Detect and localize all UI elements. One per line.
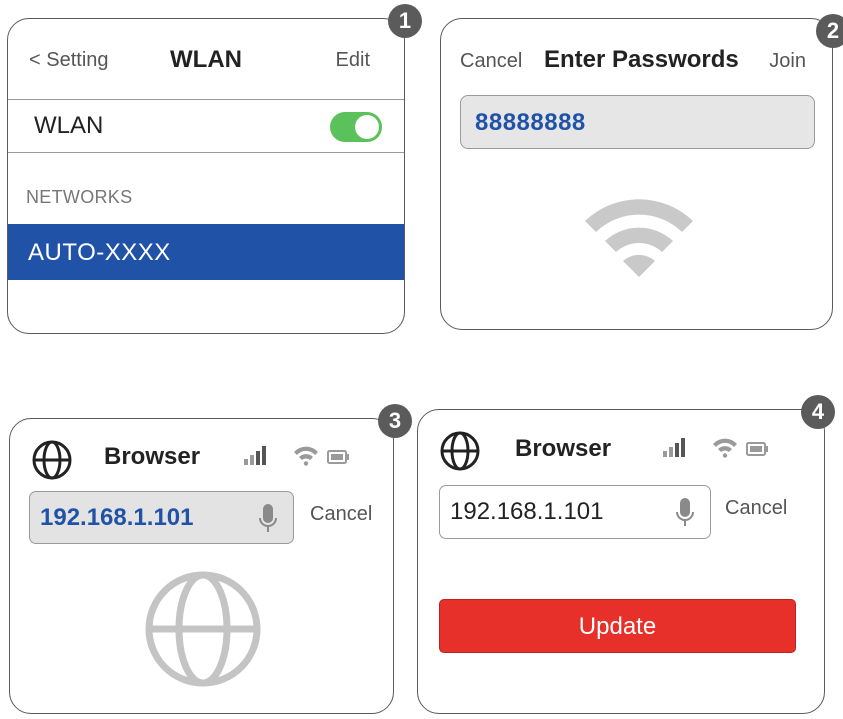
step-badge-3: 3 [378, 404, 412, 438]
signal-icon [244, 446, 266, 465]
address-value: 192.168.1.101 [40, 504, 194, 531]
browser-panel-address: Browser 192.168.1.101 Cancel [9, 418, 394, 714]
join-button[interactable]: Join [769, 50, 806, 73]
wifi-small-icon [294, 446, 318, 466]
address-value: 192.168.1.101 [450, 498, 604, 525]
browser-title: Browser [515, 435, 612, 462]
step-badge-2: 2 [816, 14, 843, 48]
status-bar-icons [244, 446, 349, 466]
wlan-toggle-switch[interactable] [330, 112, 382, 142]
wlan-row-label: WLAN [34, 112, 104, 139]
globe-large-icon [145, 571, 261, 687]
update-button-label: Update [578, 613, 657, 640]
status-bar-icons [663, 438, 768, 458]
battery-icon [746, 442, 768, 456]
enter-password-title: Enter Passwords [544, 46, 739, 73]
wifi-icon [585, 199, 693, 277]
password-value: 88888888 [475, 109, 586, 136]
networks-section-label: NETWORKS [26, 187, 133, 207]
address-input[interactable]: 192.168.1.101 [439, 485, 711, 539]
wlan-toggle-row: WLAN [8, 99, 404, 153]
network-name: AUTO-XXXX [28, 239, 171, 266]
signal-icon [663, 438, 685, 457]
edit-button[interactable]: Edit [336, 49, 370, 72]
address-input[interactable]: 192.168.1.101 [29, 491, 294, 544]
microphone-icon[interactable] [257, 502, 279, 536]
step-badge-4: 4 [801, 395, 835, 429]
globe-icon [32, 440, 72, 480]
cancel-button[interactable]: Cancel [725, 497, 787, 520]
step-badge-1: 1 [388, 4, 422, 38]
toggle-knob [355, 115, 379, 139]
browser-title: Browser [104, 443, 201, 470]
network-item-selected[interactable]: AUTO-XXXX [8, 224, 404, 280]
password-input[interactable]: 88888888 [460, 95, 815, 149]
browser-panel-update: Browser 192.168.1.101 Cancel Update [417, 409, 825, 714]
wlan-settings-panel: < Setting WLAN Edit WLAN NETWORKS AUTO-X… [7, 18, 405, 334]
wifi-small-icon [713, 438, 737, 458]
cancel-button[interactable]: Cancel [310, 503, 372, 526]
update-button[interactable]: Update [439, 599, 796, 653]
globe-icon [440, 431, 480, 471]
enter-password-panel: Cancel Enter Passwords Join 88888888 [440, 18, 833, 330]
microphone-icon[interactable] [674, 496, 696, 530]
battery-icon [327, 450, 349, 464]
cancel-button[interactable]: Cancel [460, 50, 522, 73]
